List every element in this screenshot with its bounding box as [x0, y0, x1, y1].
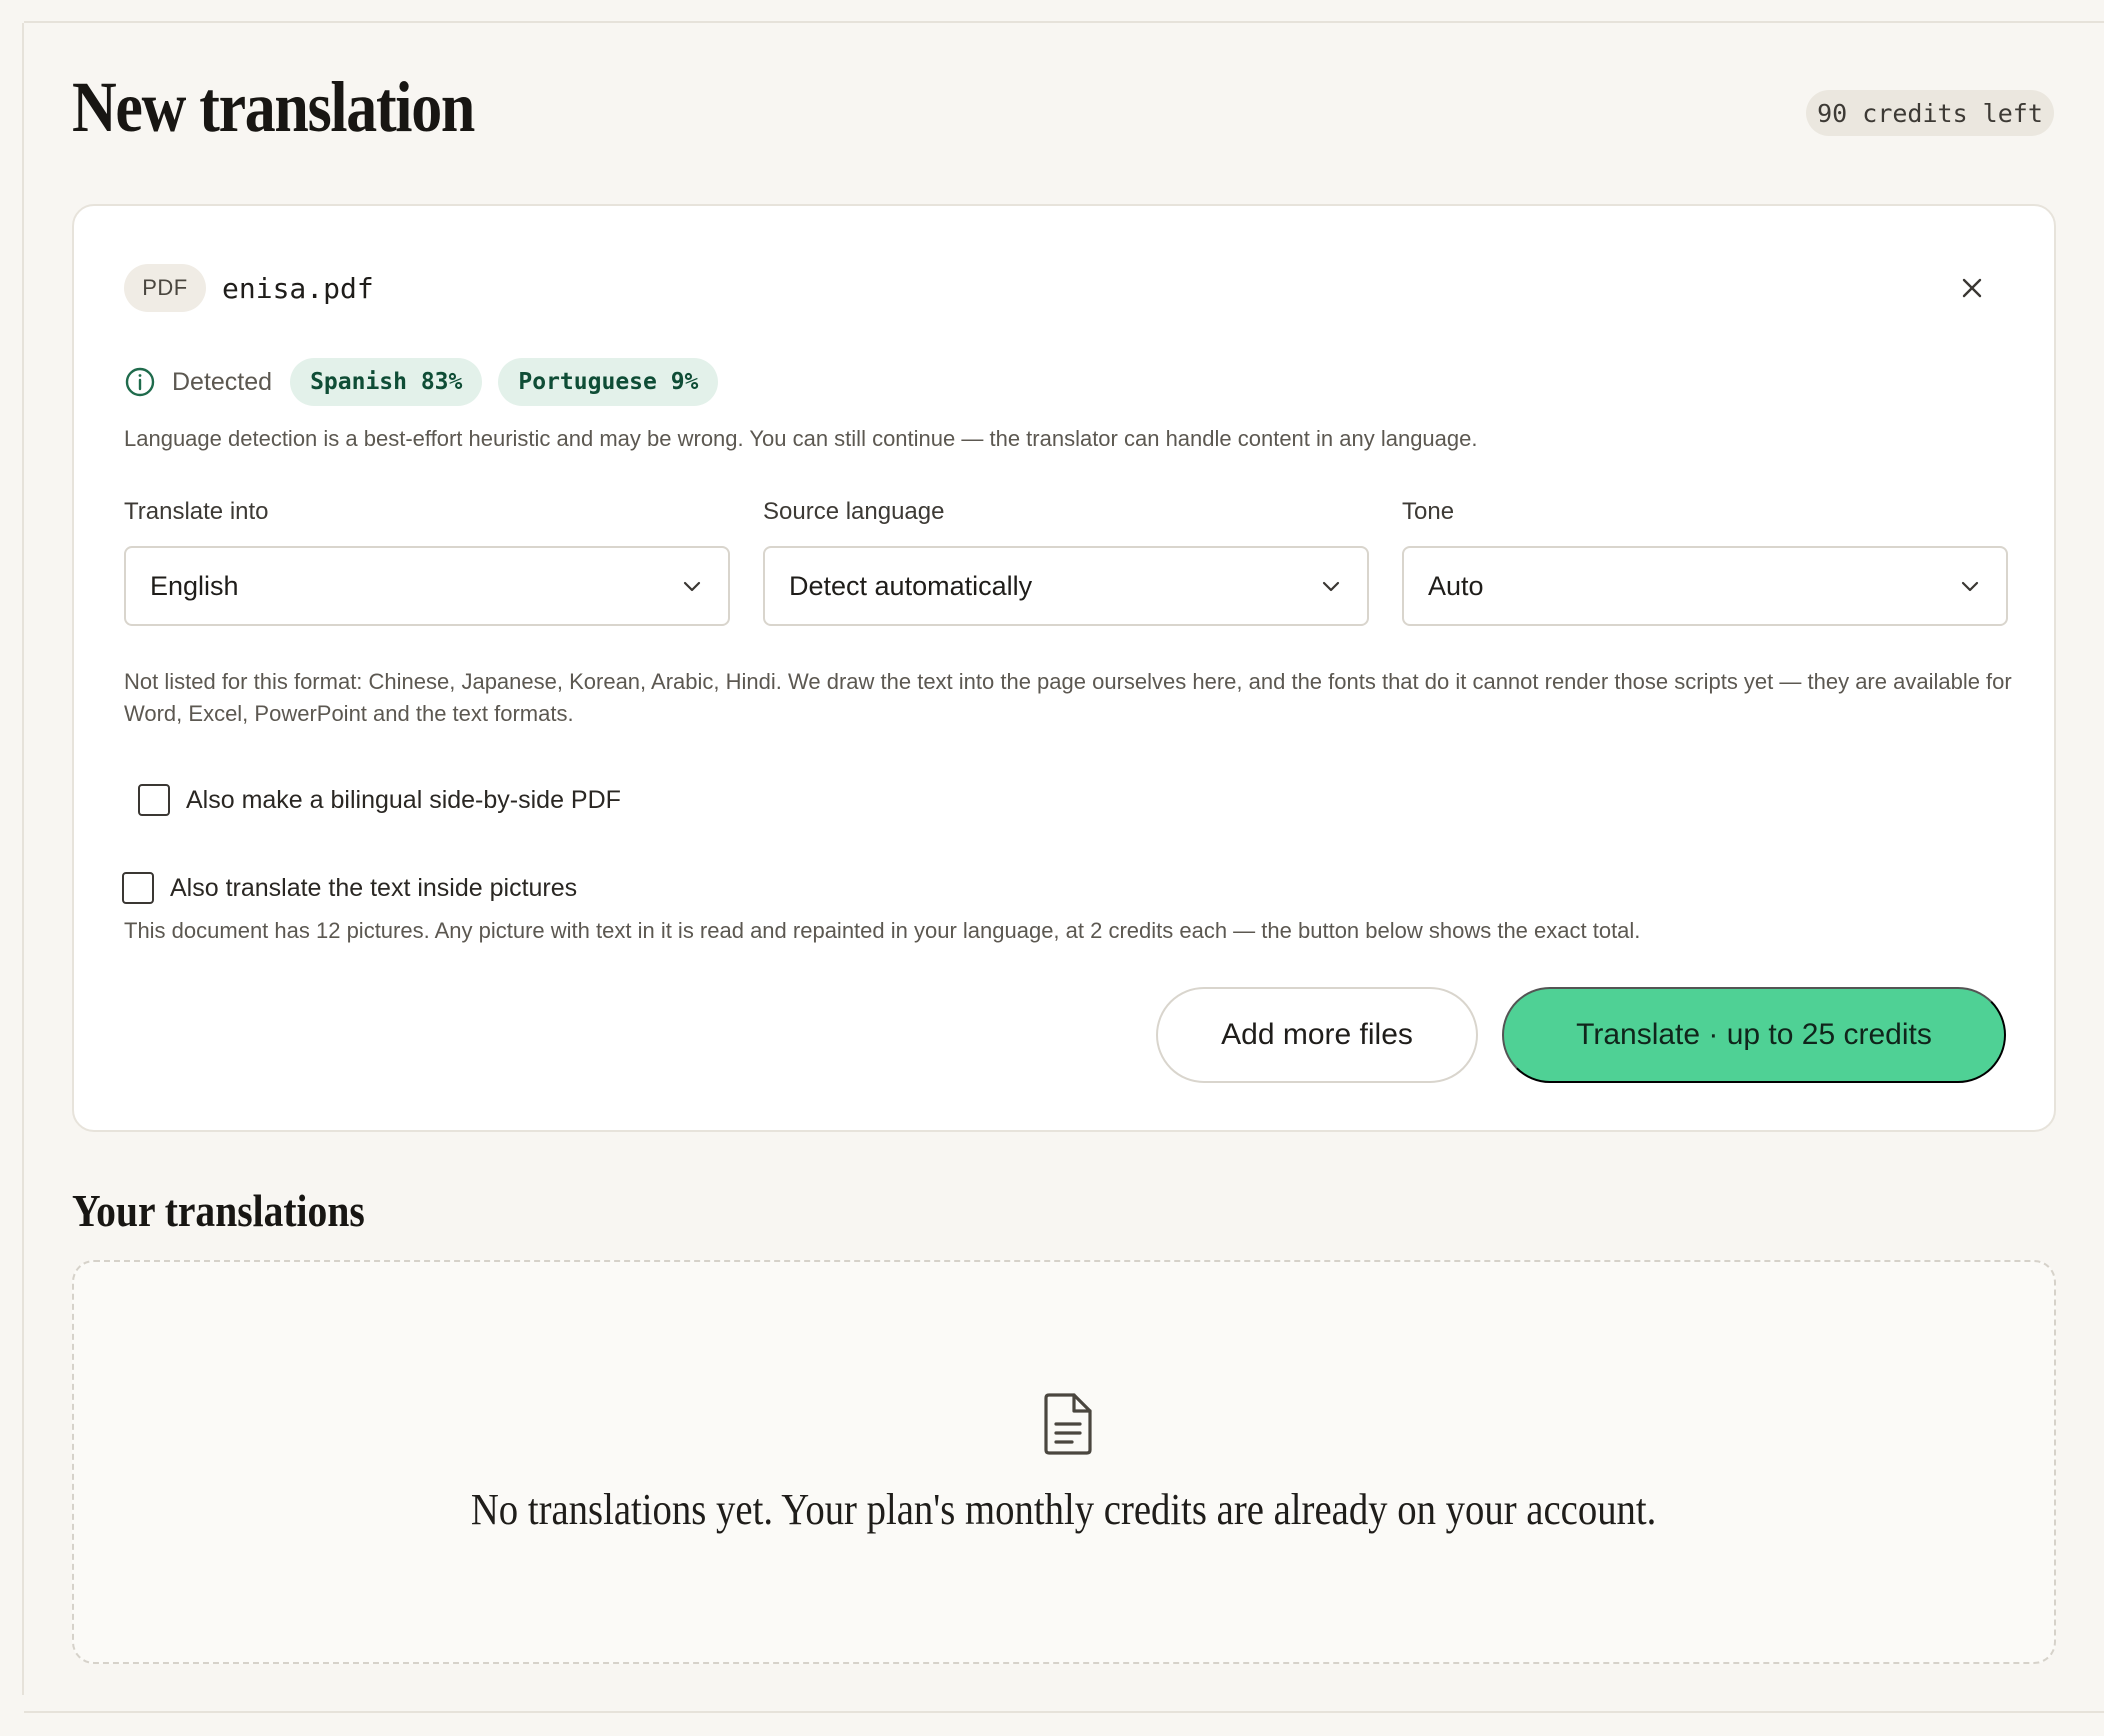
source-language-label: Source language — [763, 498, 945, 525]
new-translation-card: PDF enisa.pdf Detected Spanish 83% Portu… — [72, 204, 2056, 1132]
bilingual-checkbox[interactable] — [138, 784, 170, 816]
remove-file-button[interactable] — [1954, 270, 1990, 306]
translate-into-select[interactable]: English — [124, 546, 730, 626]
detection-note: Language detection is a best-effort heur… — [124, 426, 1478, 451]
bottom-divider — [24, 1711, 2104, 1713]
empty-state-text: No translations yet. Your plan's monthly… — [471, 1485, 1657, 1534]
pictures-label: Also translate the text inside pictures — [170, 873, 578, 902]
your-translations-heading: Your translations — [72, 1185, 365, 1236]
detected-language-chip: Portuguese 9% — [498, 358, 719, 406]
credits-badge: 90 credits left — [1806, 90, 2054, 136]
info-circle-icon — [124, 366, 156, 398]
bilingual-label: Also make a bilingual side-by-side PDF — [186, 785, 621, 814]
chevron-down-icon — [1958, 574, 1982, 598]
detected-label: Detected — [172, 367, 273, 396]
source-language-value: Detect automatically — [789, 570, 1033, 601]
top-divider — [24, 0, 2104, 23]
bilingual-option[interactable]: Also make a bilingual side-by-side PDF — [138, 784, 621, 816]
pictures-option[interactable]: Also translate the text inside pictures — [122, 872, 577, 904]
tone-select[interactable]: Auto — [1402, 546, 2008, 626]
chevron-down-icon — [1319, 574, 1343, 598]
translate-button[interactable]: Translate · up to 25 credits — [1502, 987, 2006, 1083]
empty-state-message: No translations yet. Your plan's monthly… — [74, 1484, 2054, 1535]
chevron-down-icon — [680, 574, 704, 598]
file-type-badge: PDF — [124, 264, 206, 312]
language-detection-row: Detected Spanish 83% Portuguese 9% — [124, 358, 734, 406]
tone-value: Auto — [1428, 570, 1484, 601]
pictures-note: This document has 12 pictures. Any pictu… — [124, 918, 1641, 943]
page-title: New translation — [72, 67, 475, 147]
source-language-select[interactable]: Detect automatically — [763, 546, 1369, 626]
add-more-files-button[interactable]: Add more files — [1156, 987, 1478, 1083]
translate-into-value: English — [150, 570, 239, 601]
detected-language-chip: Spanish 83% — [290, 358, 483, 406]
tone-label: Tone — [1402, 498, 1455, 525]
pictures-checkbox[interactable] — [122, 872, 154, 904]
file-name: enisa.pdf — [222, 272, 374, 305]
translations-empty-state: No translations yet. Your plan's monthly… — [72, 1260, 2056, 1664]
format-note: Not listed for this format: Chinese, Jap… — [124, 669, 2012, 726]
left-divider — [22, 23, 24, 1695]
close-icon — [1962, 278, 1982, 298]
document-icon — [1044, 1393, 1092, 1455]
translate-into-label: Translate into — [124, 498, 269, 525]
